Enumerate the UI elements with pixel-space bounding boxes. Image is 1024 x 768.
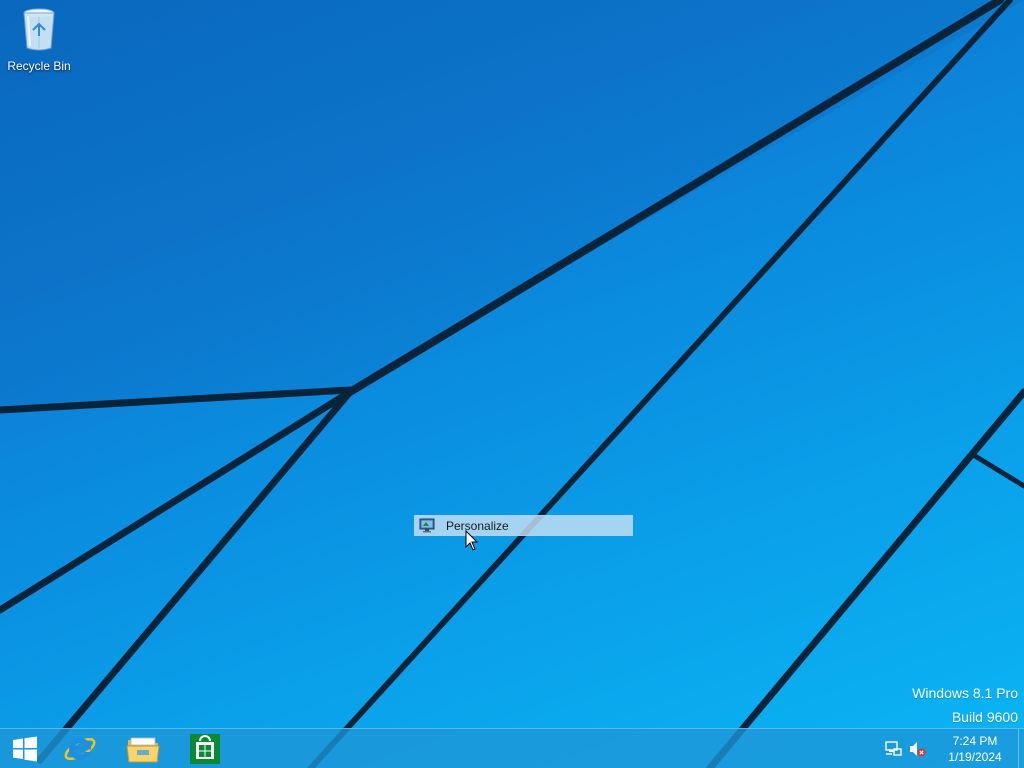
display-settings-icon bbox=[419, 518, 435, 533]
internet-explorer-icon bbox=[64, 737, 96, 760]
store-icon bbox=[190, 733, 220, 764]
context-menu: Personalize bbox=[414, 515, 633, 536]
start-button[interactable] bbox=[0, 729, 50, 768]
taskbar-clock[interactable]: 7:24 PM 1/19/2024 bbox=[940, 733, 1010, 765]
windows-logo-icon bbox=[13, 736, 37, 761]
context-menu-item-personalize[interactable]: Personalize bbox=[415, 516, 632, 535]
taskbar-store-button[interactable] bbox=[177, 729, 233, 768]
desktop[interactable]: Recycle Bin Personalize Windows 8.1 Pro … bbox=[0, 0, 1024, 768]
clock-date: 1/19/2024 bbox=[948, 750, 1002, 764]
os-watermark: Windows 8.1 Pro Build 9600 bbox=[912, 684, 1018, 732]
network-icon[interactable] bbox=[884, 740, 902, 758]
desktop-icon-recycle-bin[interactable]: Recycle Bin bbox=[4, 6, 74, 76]
show-desktop-button[interactable] bbox=[1018, 729, 1024, 768]
file-explorer-icon bbox=[126, 737, 160, 762]
clock-time: 7:24 PM bbox=[952, 734, 998, 748]
taskbar: 7:24 PM 1/19/2024 bbox=[0, 728, 1024, 768]
recycle-bin-icon bbox=[23, 8, 55, 51]
taskbar-file-explorer-button[interactable] bbox=[115, 729, 171, 768]
desktop-icon-label: Recycle Bin bbox=[7, 59, 71, 73]
mouse-cursor-icon bbox=[465, 530, 479, 551]
taskbar-internet-explorer-button[interactable] bbox=[52, 729, 108, 768]
watermark-build: Build 9600 bbox=[951, 709, 1018, 725]
volume-muted-icon[interactable] bbox=[908, 740, 926, 758]
wallpaper bbox=[0, 0, 1024, 768]
watermark-edition: Windows 8.1 Pro bbox=[912, 685, 1018, 701]
system-tray: 7:24 PM 1/19/2024 bbox=[884, 729, 1024, 768]
